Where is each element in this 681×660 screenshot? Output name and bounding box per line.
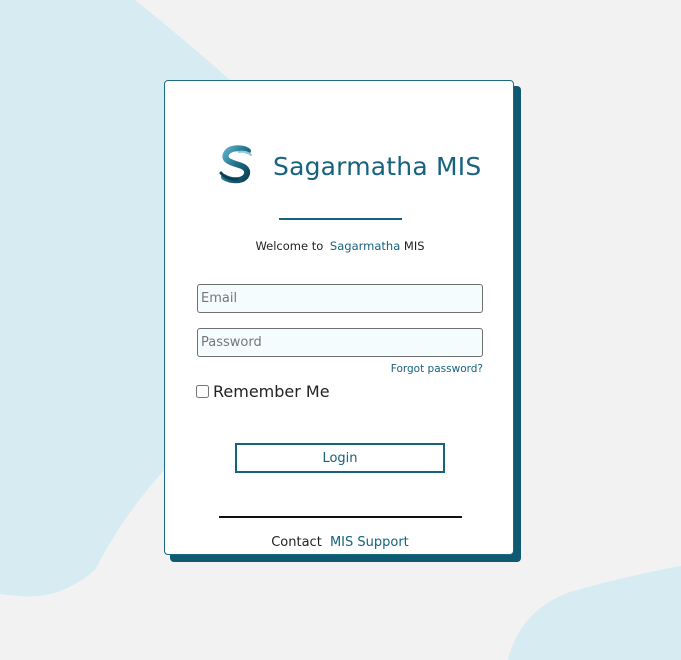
welcome-suffix: MIS bbox=[403, 239, 425, 253]
mis-support-link[interactable]: MIS Support bbox=[330, 535, 409, 550]
welcome-prefix: Welcome to bbox=[255, 239, 324, 253]
email-input[interactable] bbox=[197, 284, 483, 313]
forgot-password-link[interactable]: Forgot password? bbox=[391, 363, 483, 375]
contact-label: Contact bbox=[271, 535, 322, 550]
app-title: Sagarmatha MIS bbox=[273, 151, 482, 181]
title-underline bbox=[279, 218, 402, 220]
remember-me-label: Remember Me bbox=[213, 382, 330, 401]
password-input[interactable] bbox=[197, 328, 483, 357]
remember-me[interactable]: Remember Me bbox=[196, 382, 330, 401]
background-blob-bottom-right bbox=[508, 566, 681, 660]
brand-header: Sagarmatha MIS bbox=[215, 141, 481, 191]
welcome-brand: Sagarmatha bbox=[329, 239, 401, 253]
contact-line: Contact MIS Support bbox=[165, 535, 515, 550]
login-card: Sagarmatha MIS Welcome to Sagarmatha MIS… bbox=[164, 80, 514, 555]
welcome-message: Welcome to Sagarmatha MIS bbox=[165, 239, 515, 253]
login-button[interactable]: Login bbox=[235, 443, 445, 473]
sagarmatha-s-logo-icon bbox=[219, 145, 252, 184]
remember-me-checkbox[interactable] bbox=[196, 385, 209, 398]
footer-divider bbox=[219, 516, 462, 518]
